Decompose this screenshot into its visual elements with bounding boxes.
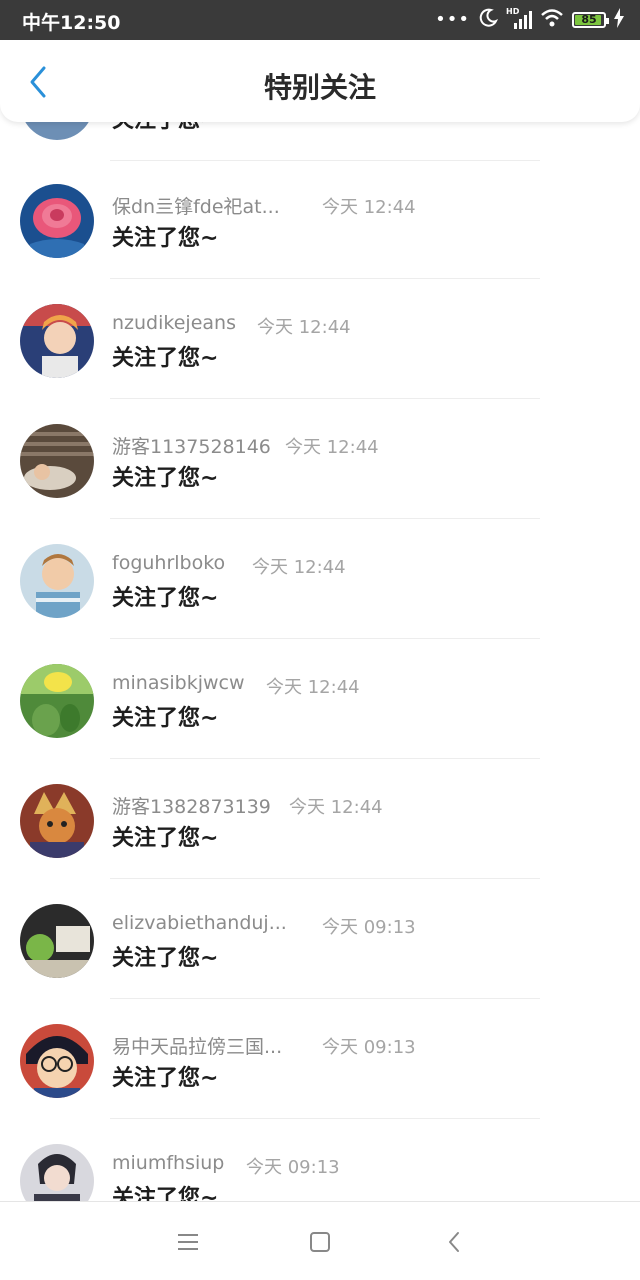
user-name[interactable]: 游客1382873139 bbox=[112, 792, 271, 819]
timestamp: 今天 12:44 bbox=[289, 797, 383, 818]
user-name[interactable]: minasibkjwcw bbox=[112, 672, 245, 694]
divider bbox=[110, 160, 540, 161]
divider bbox=[110, 878, 540, 879]
message-text: 关注了您~ bbox=[112, 706, 219, 731]
message-text: 关注了您~ bbox=[112, 946, 219, 971]
timestamp: 今天 12:44 bbox=[257, 317, 351, 338]
status-icons: ••• HD 85 bbox=[435, 7, 624, 33]
divider bbox=[110, 998, 540, 999]
battery-icon: 85 bbox=[572, 12, 609, 28]
list-item[interactable]: foguhrlboko 今天 12:44 关注了您~ bbox=[0, 540, 640, 660]
divider bbox=[110, 638, 540, 639]
list-item[interactable]: nzudikejeans 今天 12:44 关注了您~ bbox=[0, 300, 640, 420]
system-nav-bar bbox=[0, 1201, 640, 1280]
divider bbox=[110, 758, 540, 759]
timestamp: 今天 12:44 bbox=[285, 437, 379, 458]
timestamp: 今天 12:44 bbox=[252, 557, 346, 578]
header-bar: 特别关注 bbox=[0, 40, 640, 122]
avatar[interactable] bbox=[20, 184, 94, 258]
message-text: 关注了您~ bbox=[112, 586, 219, 611]
user-name[interactable]: foguhrlboko bbox=[112, 552, 225, 574]
battery-level: 85 bbox=[581, 13, 597, 26]
square-icon bbox=[310, 1232, 330, 1252]
user-name[interactable]: elizvabiethanduj... bbox=[112, 912, 287, 934]
status-bar: 中午12:50 ••• HD 85 bbox=[0, 0, 640, 40]
avatar[interactable] bbox=[20, 544, 94, 618]
divider bbox=[110, 1118, 540, 1119]
divider bbox=[110, 398, 540, 399]
more-dots-icon: ••• bbox=[435, 9, 470, 30]
menu-icon bbox=[178, 1234, 198, 1250]
list-item[interactable]: 易中天品拉傍三国... 今天 09:13 关注了您~ bbox=[0, 1020, 640, 1140]
signal-icon: HD bbox=[506, 7, 532, 31]
message-text: 关注了您~ bbox=[112, 466, 219, 491]
moon-icon bbox=[478, 8, 499, 32]
user-name[interactable]: 易中天品拉傍三国... bbox=[112, 1032, 282, 1059]
user-name[interactable]: 保dn亖镎fde祀at... bbox=[112, 192, 280, 219]
user-name[interactable]: nzudikejeans bbox=[112, 312, 236, 334]
timestamp: 今天 09:13 bbox=[246, 1157, 340, 1178]
message-text: 关注了您~ bbox=[112, 346, 219, 371]
message-text: 关注了您~ bbox=[112, 826, 219, 851]
timestamp: 今天 09:13 bbox=[322, 917, 416, 938]
chevron-left-icon bbox=[449, 1232, 459, 1252]
timestamp: 今天 12:44 bbox=[266, 677, 360, 698]
list-item[interactable]: minasibkjwcw 今天 12:44 关注了您~ bbox=[0, 660, 640, 780]
divider bbox=[110, 278, 540, 279]
follow-list: 关注了您~ 保dn亖镎fde祀at... 今天 12:44 关注了您~ bbox=[0, 0, 640, 1280]
timestamp: 今天 12:44 bbox=[322, 197, 416, 218]
avatar[interactable] bbox=[20, 1024, 94, 1098]
avatar[interactable] bbox=[20, 424, 94, 498]
page-title: 特别关注 bbox=[263, 71, 376, 104]
list-item[interactable]: elizvabiethanduj... 今天 09:13 关注了您~ bbox=[0, 900, 640, 1020]
charging-icon bbox=[614, 8, 624, 32]
avatar[interactable] bbox=[20, 664, 94, 738]
timestamp: 今天 09:13 bbox=[322, 1037, 416, 1058]
list-item[interactable]: 游客1137528146 今天 12:44 关注了您~ bbox=[0, 420, 640, 540]
message-text: 关注了您~ bbox=[112, 1066, 219, 1091]
list-item[interactable]: 保dn亖镎fde祀at... 今天 12:44 关注了您~ bbox=[0, 180, 640, 300]
nav-back-button[interactable] bbox=[434, 1222, 474, 1262]
divider bbox=[110, 518, 540, 519]
avatar[interactable] bbox=[20, 304, 94, 378]
user-name[interactable]: 游客1137528146 bbox=[112, 432, 271, 459]
message-text: 关注了您~ bbox=[112, 226, 219, 251]
wifi-icon bbox=[540, 8, 564, 32]
menu-button[interactable] bbox=[168, 1222, 208, 1262]
avatar[interactable] bbox=[20, 904, 94, 978]
list-item[interactable]: 游客1382873139 今天 12:44 关注了您~ bbox=[0, 780, 640, 900]
status-time: 中午12:50 bbox=[22, 12, 121, 34]
avatar[interactable] bbox=[20, 784, 94, 858]
user-name[interactable]: miumfhsiup bbox=[112, 1152, 224, 1174]
home-button[interactable] bbox=[300, 1222, 340, 1262]
